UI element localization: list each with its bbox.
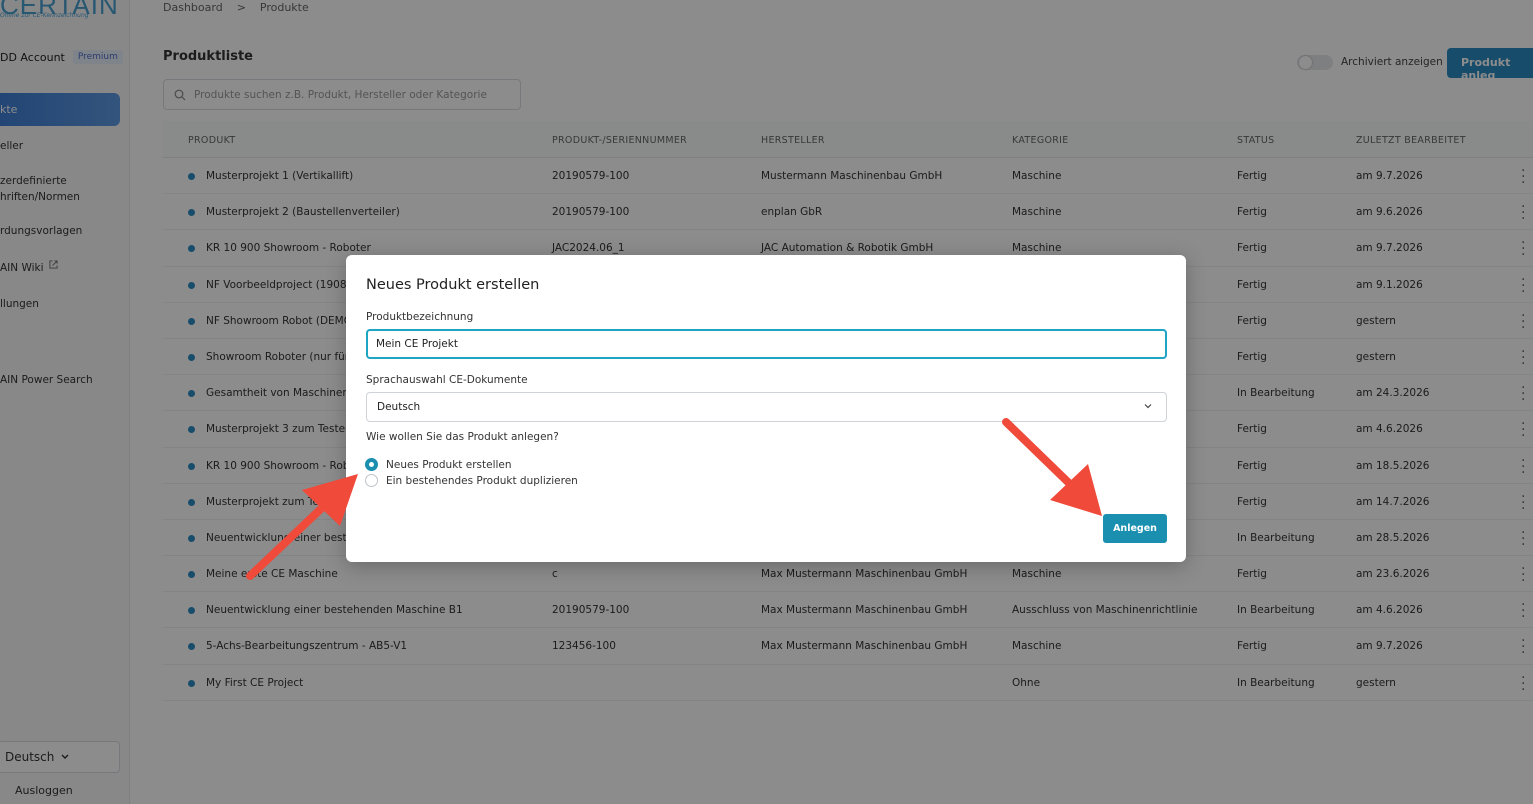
dialog-title: Neues Produkt erstellen (366, 277, 540, 293)
product-name-label: Produktbezeichnung (366, 311, 474, 323)
document-language-select[interactable]: Deutsch (366, 392, 1167, 422)
create-button[interactable]: Anlegen (1103, 514, 1167, 543)
language-label: Sprachauswahl CE-Dokumente (366, 374, 528, 386)
new-product-dialog: Neues Produkt erstellen Produktbezeichnu… (346, 255, 1186, 562)
product-name-input[interactable] (366, 329, 1167, 359)
radio-new-product[interactable]: Neues Produkt erstellen (365, 458, 512, 471)
radio-duplicate-product[interactable]: Ein bestehendes Produkt duplizieren (365, 474, 578, 487)
chevron-down-icon (1144, 404, 1152, 409)
creation-mode-question: Wie wollen Sie das Produkt anlegen? (366, 431, 559, 443)
radio-unselected-icon[interactable] (365, 474, 378, 487)
radio-selected-icon[interactable] (365, 458, 378, 471)
